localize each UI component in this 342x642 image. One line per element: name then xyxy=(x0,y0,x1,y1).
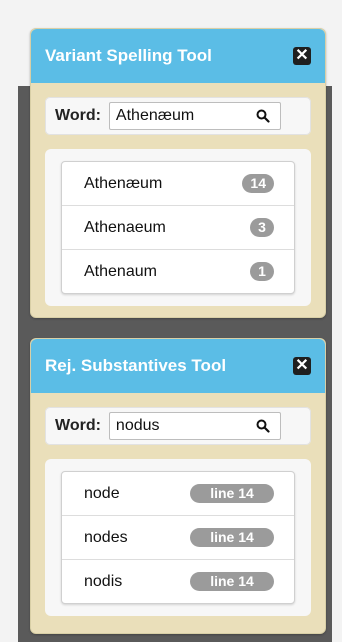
result-word: nodes xyxy=(84,528,128,546)
variant-spelling-tool-panel: Variant Spelling Tool ✕ Word: Athenæum 1… xyxy=(30,28,326,318)
search-icon[interactable] xyxy=(256,109,270,123)
close-icon[interactable]: ✕ xyxy=(293,47,311,65)
word-search-row: Word: xyxy=(45,407,311,445)
result-word: Athenæum xyxy=(84,174,163,192)
result-word: Athenaeum xyxy=(84,218,166,236)
list-item[interactable]: nodis line 14 xyxy=(62,559,294,603)
rej-substantives-tool-panel: Rej. Substantives Tool ✕ Word: node line… xyxy=(30,338,326,634)
close-icon[interactable]: ✕ xyxy=(293,357,311,375)
list-item[interactable]: Athenæum 14 xyxy=(62,162,294,205)
count-badge: 3 xyxy=(250,218,274,237)
list-item[interactable]: nodes line 14 xyxy=(62,515,294,559)
line-badge: line 14 xyxy=(190,484,274,503)
panel-header: Variant Spelling Tool ✕ xyxy=(31,29,325,83)
result-word: Athenaum xyxy=(84,262,157,280)
word-label: Word: xyxy=(55,107,101,124)
count-badge: 1 xyxy=(250,262,274,281)
list-item[interactable]: Athenaeum 3 xyxy=(62,205,294,249)
search-box xyxy=(108,102,281,130)
list-item[interactable]: node line 14 xyxy=(62,472,294,515)
results-list: Athenæum 14 Athenaeum 3 Athenaum 1 xyxy=(61,161,295,294)
result-word: node xyxy=(84,484,120,502)
results-container: Athenæum 14 Athenaeum 3 Athenaum 1 xyxy=(45,149,311,306)
line-badge: line 14 xyxy=(190,572,274,591)
panel-header: Rej. Substantives Tool ✕ xyxy=(31,339,325,393)
results-container: node line 14 nodes line 14 nodis line 14 xyxy=(45,459,311,616)
search-icon[interactable] xyxy=(256,419,270,433)
panel-title: Rej. Substantives Tool xyxy=(45,356,227,375)
list-item[interactable]: Athenaum 1 xyxy=(62,249,294,293)
word-label: Word: xyxy=(55,417,101,434)
search-box xyxy=(108,412,281,440)
panel-title: Variant Spelling Tool xyxy=(45,46,212,65)
search-input[interactable] xyxy=(109,417,262,435)
word-search-row: Word: xyxy=(45,97,311,135)
search-input[interactable] xyxy=(109,107,262,125)
result-word: nodis xyxy=(84,572,123,590)
line-badge: line 14 xyxy=(190,528,274,547)
results-list: node line 14 nodes line 14 nodis line 14 xyxy=(61,471,295,604)
count-badge: 14 xyxy=(242,174,274,193)
